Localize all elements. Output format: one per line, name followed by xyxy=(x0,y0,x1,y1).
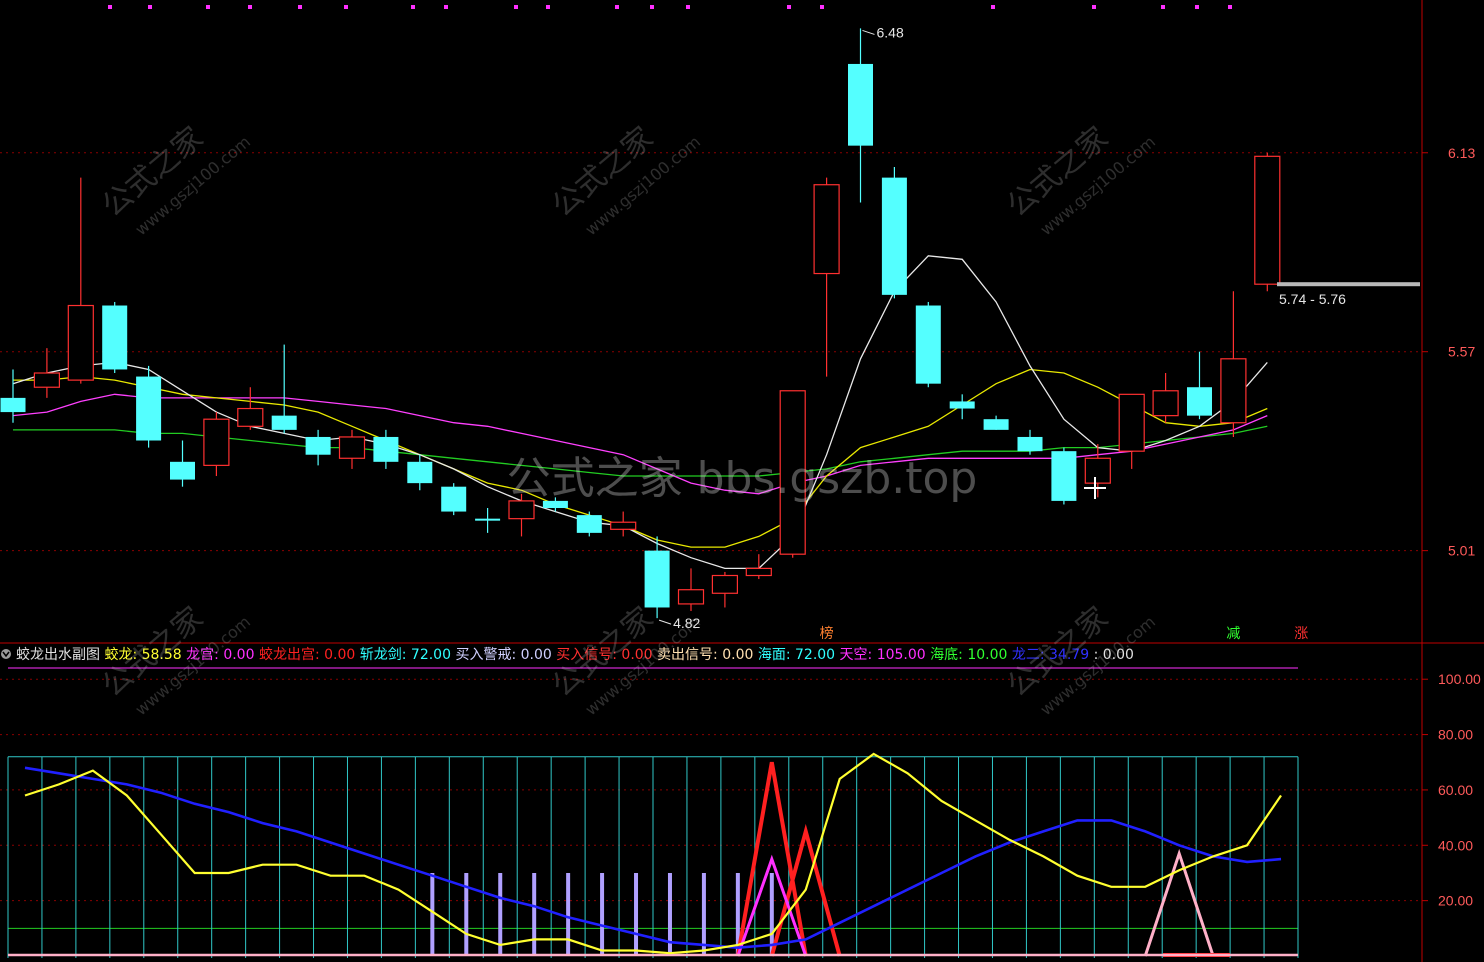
high-price-label: 6.48 xyxy=(877,24,904,40)
collapse-icon[interactable] xyxy=(1,649,11,659)
moving-averages xyxy=(12,255,1268,570)
candle-body-down xyxy=(373,436,399,462)
top-dot xyxy=(298,5,302,9)
candle-body-down xyxy=(644,550,670,608)
candle-body-down xyxy=(441,486,467,512)
candle-body-down xyxy=(949,401,975,409)
top-dot xyxy=(546,5,550,9)
candle-body-down xyxy=(983,419,1009,430)
center-watermark: 公式之家 bbs.gszb.top xyxy=(507,453,978,504)
top-dot xyxy=(248,5,252,9)
high-price-pointer xyxy=(862,29,875,35)
chart-canvas: 6.484.825.74 - 5.76榜减涨 6.135.575.01100.0… xyxy=(0,0,1484,962)
candle-body-down xyxy=(576,515,602,533)
candle-body-down xyxy=(271,415,297,430)
top-dot xyxy=(615,5,619,9)
candle-body-down xyxy=(170,461,195,480)
y-tick-label: 5.57 xyxy=(1448,344,1475,360)
candle-body-down xyxy=(1051,451,1077,501)
candle-body-up xyxy=(610,521,637,530)
top-dot xyxy=(1195,5,1199,9)
top-dot xyxy=(787,5,791,9)
top-dot xyxy=(991,5,995,9)
tile-watermark: 公式之家www.gszj100.com xyxy=(96,120,254,239)
signal-label: 榜 xyxy=(820,625,834,642)
candle-body-up xyxy=(203,418,230,466)
top-dot xyxy=(411,5,415,9)
top-dot xyxy=(1092,5,1096,9)
top-dot xyxy=(148,5,152,9)
legend-entry: 蛟龙出宫: 0.00 xyxy=(259,647,360,663)
ma5-line xyxy=(12,255,1268,570)
candle-body-down xyxy=(915,305,941,384)
candle-body-up xyxy=(1254,155,1281,285)
top-dots xyxy=(108,5,1232,9)
signal-label: 涨 xyxy=(1294,626,1308,642)
candle-body-down xyxy=(136,376,162,441)
signal-label: 减 xyxy=(1226,626,1240,642)
candle-body-down xyxy=(881,177,907,295)
candle-body-down xyxy=(1187,387,1212,416)
y-tick-label: 80.00 xyxy=(1438,727,1473,743)
top-dot xyxy=(444,5,448,9)
range-bar xyxy=(1277,282,1420,287)
legend-entry: 斩龙剑: 72.00 xyxy=(360,647,456,663)
sub-grid xyxy=(0,667,1422,958)
tile-watermark: 公式之家www.gszj100.com xyxy=(1001,120,1159,239)
top-dot xyxy=(820,5,824,9)
candle-body-up xyxy=(677,589,705,605)
candle-body-down xyxy=(102,305,128,370)
low-price-pointer xyxy=(658,619,672,625)
candle-body-up xyxy=(813,184,840,275)
tile-watermark: 公式之家www.gszj100.com xyxy=(546,120,704,239)
legend-entry: 海面: 72.00 xyxy=(758,647,840,663)
top-dot xyxy=(108,5,112,9)
y-tick-label: 6.13 xyxy=(1448,145,1475,161)
candle-body-up xyxy=(338,436,366,459)
candle-body-down xyxy=(1017,436,1043,452)
candle-body-up xyxy=(1220,358,1247,424)
y-tick-label: 40.00 xyxy=(1438,837,1473,853)
candle-body-up xyxy=(1084,457,1111,484)
candle-body-up xyxy=(711,574,739,594)
range-label: 5.74 - 5.76 xyxy=(1279,291,1346,307)
candlesticks xyxy=(0,28,1281,619)
legend-entry: 天空: 105.00 xyxy=(840,647,931,663)
y-tick-label: 60.00 xyxy=(1438,782,1473,798)
pink-spike xyxy=(1143,848,1215,957)
main-annotations: 6.484.825.74 - 5.76榜减涨 xyxy=(658,24,1420,642)
y-tick-label: 20.00 xyxy=(1438,893,1473,909)
candle-body-down xyxy=(848,63,873,146)
y-tick-label: 5.01 xyxy=(1448,543,1475,559)
legend-entry: 海底: 10.00 xyxy=(930,647,1012,663)
candle-body-up xyxy=(1152,390,1179,417)
y-axis-labels: 6.13 5.57 5.01 100.00 80.00 60.00 40.00 20.00 xyxy=(1422,145,1481,909)
legend-entry: 买入警戒: 0.00 xyxy=(455,647,556,663)
indicator-title: 蛟龙出水副图 xyxy=(16,647,104,663)
top-dot xyxy=(1161,5,1165,9)
candle-body-up xyxy=(67,304,94,381)
candle-body-down xyxy=(475,518,501,521)
top-dot xyxy=(650,5,654,9)
candle-body-down xyxy=(305,436,331,455)
y-tick-label: 100.00 xyxy=(1438,671,1481,687)
candle-body-down xyxy=(0,397,26,413)
candle-body-up xyxy=(745,567,772,577)
top-dot xyxy=(686,5,690,9)
top-dot xyxy=(206,5,210,9)
candle-body-up xyxy=(237,407,264,427)
candle-body-down xyxy=(407,461,433,484)
top-dot xyxy=(1228,5,1232,9)
candle-body-up xyxy=(33,372,61,388)
top-dot xyxy=(514,5,518,9)
top-dot xyxy=(344,5,348,9)
sell-signal-spike xyxy=(769,823,842,957)
candle-body-up xyxy=(1118,393,1145,452)
